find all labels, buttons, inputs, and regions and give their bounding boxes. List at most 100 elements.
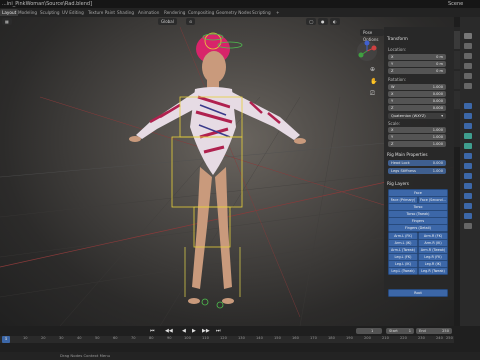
rig-layer-leg-l-tweak[interactable]: Leg.L (Tweak) (388, 267, 418, 275)
rig-layer-root[interactable]: Root (388, 289, 448, 297)
start-frame-field[interactable]: Start 1 (386, 328, 414, 334)
legs-stiffness-field[interactable]: Legs Stiffness 1.000 (388, 168, 446, 174)
transform-orientation[interactable]: Global (158, 18, 177, 25)
rotation-y-field[interactable]: Y 0.000 (388, 98, 446, 104)
rig-layer-leg-r-tweak[interactable]: Leg.R (Tweak) (418, 267, 448, 275)
head-lock-field[interactable]: Head Lock 0.000 (388, 160, 446, 166)
tab-modeling[interactable]: Modeling (16, 9, 39, 16)
object-data-icon[interactable] (464, 143, 472, 149)
tick: 20 (41, 336, 46, 340)
editor-type-button[interactable]: ▦ (2, 18, 12, 25)
workspace-tabs: Layout Modeling Sculpting UV Editing Tex… (0, 8, 480, 17)
tick: 50 (95, 336, 100, 340)
viewport-header: ▦ Global ⊙ Pose Options ◯ ● ◐ (0, 17, 384, 42)
location-y-field[interactable]: Y0 m (388, 61, 446, 67)
scale-label: Scale: (388, 121, 401, 126)
data-icon[interactable] (464, 213, 472, 219)
bone-properties-icon[interactable] (464, 153, 472, 159)
tick: 80 (149, 336, 154, 340)
add-workspace-button[interactable]: + (274, 9, 282, 16)
location-x-field[interactable]: X0 m (388, 54, 446, 60)
bone-constraint-icon[interactable] (464, 163, 472, 169)
tick: 250 (446, 336, 453, 340)
world-properties-icon[interactable] (464, 83, 472, 89)
snap-icon[interactable]: ⊙ (186, 18, 196, 25)
tab-sculpting[interactable]: Sculpting (38, 9, 62, 16)
play-icon[interactable]: ▶ (192, 328, 196, 334)
particles-icon[interactable] (464, 193, 472, 199)
scale-y-field[interactable]: Y 1.000 (388, 134, 446, 140)
tick: 90 (167, 336, 172, 340)
sidebar-n-panel: Transform Location: X0 m Y0 m Z0 m Rotat… (384, 27, 454, 300)
camera-icon[interactable]: ⎚ (370, 90, 378, 98)
tick: 120 (220, 336, 227, 340)
zoom-icon[interactable]: ⊕ (370, 66, 378, 74)
rig-layer-fingers-detail[interactable]: Fingers (Detail) (388, 224, 448, 232)
tick: 110 (202, 336, 209, 340)
tick: 200 (364, 336, 371, 340)
jump-end-icon[interactable]: ⏭ (216, 328, 221, 334)
scene-selector[interactable]: Scene (448, 0, 463, 8)
pan-icon[interactable]: ✋ (370, 78, 378, 86)
tick: 10 (23, 336, 28, 340)
texture-icon[interactable] (464, 183, 472, 189)
tick: 60 (113, 336, 118, 340)
physics-properties-icon[interactable] (464, 123, 472, 129)
output-properties-icon[interactable] (464, 53, 472, 59)
rotation-x-field[interactable]: X 0.000 (388, 91, 446, 97)
scene-properties-icon[interactable] (464, 73, 472, 79)
tab-geometry-nodes[interactable]: Geometry Nodes (214, 9, 253, 16)
tool-properties-icon[interactable] (464, 33, 472, 39)
material-icon[interactable] (464, 173, 472, 179)
modifier-properties-icon[interactable] (464, 113, 472, 119)
file-path: ...ini_PinkWoman\Source\Rad.blend] (2, 1, 93, 7)
tick: 170 (310, 336, 317, 340)
play-reverse-icon[interactable]: ◀ (182, 328, 186, 334)
tab-rendering[interactable]: Rendering (162, 9, 187, 16)
tick: 30 (59, 336, 64, 340)
tick: 100 (184, 336, 191, 340)
tick: 150 (274, 336, 281, 340)
tick: 40 (77, 336, 82, 340)
settings-icon[interactable] (464, 223, 472, 229)
object-properties-icon[interactable] (464, 103, 472, 109)
tab-shading[interactable]: Shading (115, 9, 136, 16)
status-bar: Drag Nodes Context Menu (0, 352, 480, 360)
jump-start-icon[interactable]: ⏮ (150, 328, 155, 334)
tab-scripting[interactable]: Scripting (250, 9, 273, 16)
current-frame-field[interactable]: 1 (356, 328, 382, 334)
rotation-w-field[interactable]: W 1.000 (388, 84, 446, 90)
location-label: Location: (388, 47, 407, 52)
rig-layers-title[interactable]: Rig Layers (387, 180, 451, 187)
tab-animation[interactable]: Animation (136, 9, 161, 16)
transform-section-title[interactable]: Transform (387, 35, 451, 42)
shading-wire-icon[interactable]: ◯ (306, 18, 317, 25)
jump-keyframe-back-icon[interactable]: ◀◀ (165, 328, 173, 334)
rig-main-properties-title[interactable]: Rig Main Properties (387, 151, 451, 158)
end-frame-field[interactable]: End 250 (416, 328, 452, 334)
shading-material-icon[interactable]: ◐ (330, 18, 340, 25)
title-bar: ...ini_PinkWoman\Source\Rad.blend] Scene (0, 0, 480, 8)
scale-z-field[interactable]: Z 1.000 (388, 141, 446, 147)
shading-solid-icon[interactable]: ● (318, 18, 328, 25)
rotation-mode-select[interactable]: Quaternion (WXYZ) ▾ (388, 113, 446, 119)
timeline-ruler[interactable]: 1 0 10 20 30 40 50 60 70 80 90 100 110 1… (0, 336, 454, 343)
tab-texture-paint[interactable]: Texture Paint (86, 9, 117, 16)
navigation-gizmo[interactable] (356, 40, 378, 62)
rotation-z-field[interactable]: Z 0.000 (388, 105, 446, 111)
pose-options-button[interactable]: Pose Options (360, 29, 384, 42)
tick: 190 (346, 336, 353, 340)
tab-uv-editing[interactable]: UV Editing (60, 9, 86, 16)
tick: 180 (328, 336, 335, 340)
constraints-icon[interactable] (464, 133, 472, 139)
shader-icon[interactable] (464, 203, 472, 209)
status-hint: Drag Nodes Context Menu (60, 353, 111, 358)
jump-keyframe-fwd-icon[interactable]: ▶▶ (202, 328, 210, 334)
tick: 70 (131, 336, 136, 340)
view-layer-icon[interactable] (464, 63, 472, 69)
tick: 230 (418, 336, 425, 340)
render-properties-icon[interactable] (464, 43, 472, 49)
tab-compositing[interactable]: Compositing (186, 9, 216, 16)
scale-x-field[interactable]: X 1.000 (388, 127, 446, 133)
location-z-field[interactable]: Z0 m (388, 68, 446, 74)
